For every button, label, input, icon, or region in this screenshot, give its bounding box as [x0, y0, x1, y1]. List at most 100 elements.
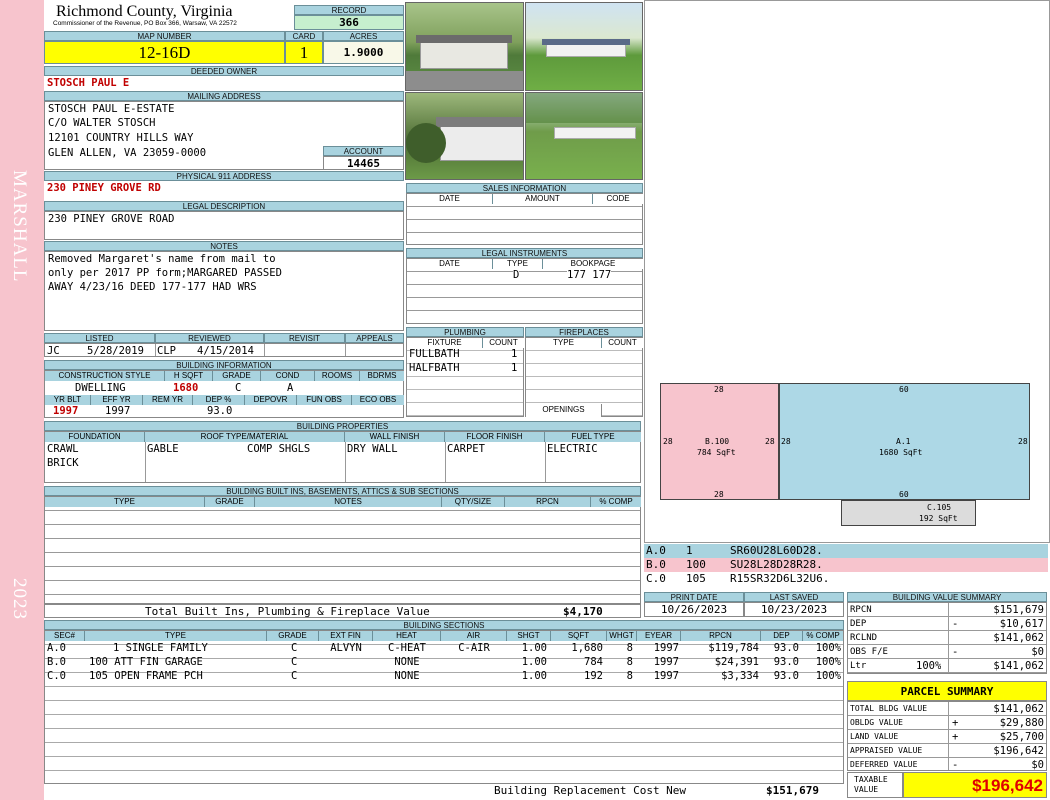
col-fun-obs: FUN OBS: [297, 395, 352, 405]
map-header: MAP NUMBER: [44, 31, 285, 41]
b-top-dim: 28: [714, 385, 724, 394]
col-cond: COND: [261, 371, 315, 381]
b-area: 784 SqFt: [697, 448, 736, 457]
sections-total-row: Building Replacement Cost New $151,679: [44, 784, 844, 800]
foundation-1: CRAWL: [47, 443, 79, 455]
col-wall: WALL FINISH: [345, 432, 445, 442]
vs-dep-label: DEP: [850, 619, 867, 629]
mail-line-3: 12101 COUNTRY HILLS WAY: [48, 132, 194, 144]
col-bi-rpcn: RPCN: [505, 497, 591, 507]
section-cell-eyear: 1997: [653, 656, 679, 668]
section-cell-heat: NONE: [394, 670, 420, 682]
depreciation-pct: 93.0: [207, 405, 233, 417]
vector-c-code: 105: [686, 572, 706, 585]
section-cell-rpcn: $3,334: [721, 670, 759, 682]
last-saved: 10/23/2023: [744, 602, 844, 617]
fuel-type: ELECTRIC: [547, 443, 598, 455]
section-cell-sqft: 784: [584, 656, 603, 668]
a-left-dim: 28: [781, 437, 791, 446]
instrument-bookpage: 177 177: [567, 269, 612, 281]
vector-row-c: C.0 105 R15SR32D6L32U6.: [644, 572, 1048, 586]
section-cell-shgt: 1.00: [521, 642, 547, 654]
vs-obs: $0: [1031, 646, 1044, 658]
col-rpcn: RPCN: [681, 631, 761, 641]
col-sales-amount: AMOUNT: [493, 194, 593, 204]
vector-row-a: A.0 1 SR60U28L60D28.: [644, 544, 1048, 558]
sales-header: SALES INFORMATION: [406, 183, 643, 193]
section-cell-sec: A.0: [47, 642, 66, 654]
a-area: 1680 SqFt: [879, 448, 923, 457]
section-cell-sec: C.0: [47, 670, 66, 682]
sections-total-label: Building Replacement Cost New: [494, 784, 687, 797]
col-fixture-count: COUNT: [483, 338, 524, 348]
col-inst-bookpage: BOOKPAGE: [543, 259, 643, 269]
parcel-summary-table: TOTAL BLDG VALUE $141,062 OBLDG VALUE + …: [847, 701, 1047, 771]
record-header: RECORD: [294, 5, 404, 15]
foundation-2: BRICK: [47, 457, 79, 469]
col-bi-qty: QTY/SIZE: [442, 497, 505, 507]
section-cell-dep: 93.0: [773, 656, 799, 668]
col-inst-date: DATE: [407, 259, 493, 269]
b-right-dim: 28: [765, 437, 775, 446]
year-label: 2023: [9, 578, 30, 620]
account-value: 14465: [323, 156, 404, 170]
sections-header: BUILDING SECTIONS: [44, 620, 844, 630]
col-sales-date: DATE: [407, 194, 493, 204]
section-cell-heat: C-HEAT: [388, 642, 426, 654]
col-air: AIR: [441, 631, 507, 641]
property-photo-1: [405, 2, 524, 91]
vector-b-path: SU28L28D28R28.: [730, 558, 823, 571]
b-left-dim: 28: [663, 437, 673, 446]
openings-label: OPENINGS: [526, 404, 602, 417]
parcel-summary-header: PARCEL SUMMARY: [847, 681, 1047, 701]
vs-obs-sign: -: [952, 646, 959, 658]
col-type: TYPE: [85, 631, 267, 641]
section-cell-ext-fin: [319, 655, 373, 669]
property-photo-2: [525, 2, 643, 91]
section-cell-shgt: 1.00: [521, 656, 547, 668]
owner-name: STOSCH PAUL E: [47, 77, 130, 89]
taxable-label-1: TAXABLE: [854, 775, 888, 784]
section-cell-pct-comp: 100%: [815, 656, 841, 668]
property-photo-3: [405, 92, 524, 180]
building-info-box: CONSTRUCTION STYLE H SQFT GRADE COND ROO…: [44, 370, 404, 418]
sections-total: $151,679: [766, 784, 819, 797]
physical-header: PHYSICAL 911 ADDRESS: [44, 171, 404, 181]
note-line-2: only per 2017 PP form;MARGARED PASSED: [48, 267, 282, 279]
col-sqft: SQFT: [551, 631, 607, 641]
mail-line-2: C/O WALTER STOSCH: [48, 117, 156, 129]
sidebar: MARSHALL 2023: [0, 0, 44, 800]
col-foundation: FOUNDATION: [45, 432, 145, 442]
col-heat: HEAT: [373, 631, 441, 641]
wall-finish: DRY WALL: [347, 443, 398, 455]
section-cell-type: 105 OPEN FRAME PCH: [89, 670, 203, 682]
ps-deferred-sign: -: [952, 759, 959, 771]
fixture-1: FULLBATH: [409, 348, 460, 360]
ps-bldg-label: TOTAL BLDG VALUE: [850, 704, 928, 713]
print-date-header: PRINT DATE: [644, 592, 744, 602]
vs-rclnd-label: RCLND: [850, 633, 878, 643]
floor-finish: CARPET: [447, 443, 485, 455]
print-date: 10/26/2023: [644, 602, 744, 617]
col-construction-style: CONSTRUCTION STYLE: [45, 371, 165, 381]
col-depovr: DEPOVR: [245, 395, 297, 405]
ps-obldg-sign: +: [952, 717, 959, 729]
map-number: 12-16D: [44, 41, 285, 64]
sales-table: DATE AMOUNT CODE: [406, 193, 643, 245]
section-cell-air: [441, 655, 507, 669]
status-row: JC 5/28/2019 CLP 4/15/2014: [44, 343, 404, 357]
account-header: ACCOUNT: [323, 146, 404, 156]
county-title: Richmond County, Virginia: [56, 3, 233, 20]
col-fixture: FIXTURE: [407, 338, 483, 348]
building-info-header: BUILDING INFORMATION: [44, 360, 404, 370]
col-grade: GRADE: [267, 631, 319, 641]
legal-header: LEGAL DESCRIPTION: [44, 201, 404, 211]
section-cell-sec: B.0: [47, 656, 66, 668]
ps-obldg-label: OBLDG VALUE: [850, 718, 903, 727]
section-cell-shgt: 1.00: [521, 670, 547, 682]
vs-dep: $10,617: [999, 618, 1044, 630]
section-cell-air: C-AIR: [458, 642, 490, 654]
plumbing-table: FIXTURE COUNT FULLBATH 1 HALFBATH 1: [406, 337, 524, 417]
roof-type: GABLE: [147, 443, 179, 455]
card-header: CARD: [285, 31, 323, 41]
